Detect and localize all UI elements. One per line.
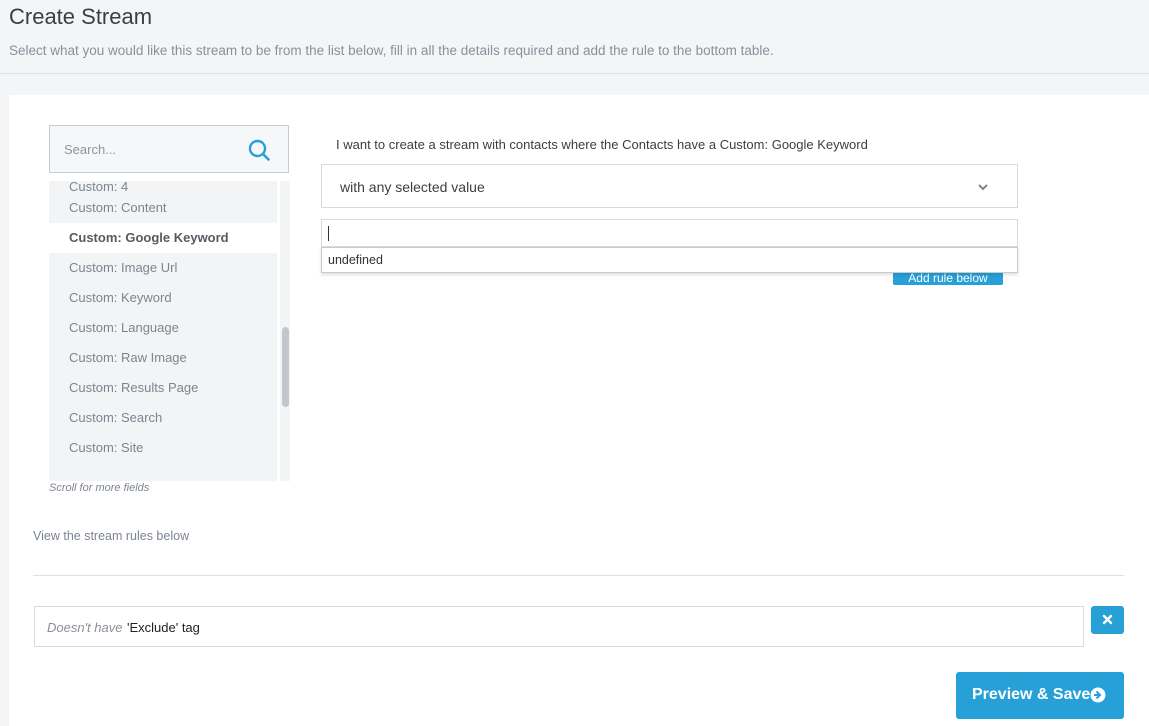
suggestion-dropdown: undefined [321, 247, 1018, 273]
field-list-scrollbar[interactable] [280, 181, 290, 481]
condition-select-value: with any selected value [340, 179, 485, 195]
field-item-custom-language[interactable]: Custom: Language [49, 313, 277, 343]
scrollbar-thumb[interactable] [282, 327, 289, 407]
preview-save-label: Preview & Save [972, 686, 1091, 703]
close-icon [1102, 614, 1113, 625]
field-item-custom-site[interactable]: Custom: Site [49, 433, 277, 463]
rule-row: Doesn't have 'Exclude' tag [34, 606, 1084, 647]
rule-qualifier: Doesn't have [47, 620, 123, 635]
field-item-custom-image-url[interactable]: Custom: Image Url [49, 253, 277, 283]
field-item-custom-search[interactable]: Custom: Search [49, 403, 277, 433]
field-item-custom-keyword[interactable]: Custom: Keyword [49, 283, 277, 313]
page-subtitle: Select what you would like this stream t… [9, 43, 774, 58]
search-input[interactable] [50, 126, 254, 172]
field-item-custom-results-page[interactable]: Custom: Results Page [49, 373, 277, 403]
rule-text: 'Exclude' tag [127, 620, 200, 635]
field-list: Custom: 4 Custom: Content Custom: Google… [49, 181, 277, 481]
field-item-custom-4[interactable]: Custom: 4 [49, 181, 277, 193]
field-item-custom-content[interactable]: Custom: Content [49, 193, 277, 223]
preview-save-button[interactable]: Preview & Save [956, 672, 1124, 719]
header-divider [0, 73, 1149, 74]
page-title: Create Stream [9, 4, 153, 29]
scroll-hint: Scroll for more fields [49, 482, 150, 494]
value-input[interactable] [321, 219, 1018, 247]
search-icon[interactable] [248, 139, 270, 161]
rules-divider [33, 575, 1124, 576]
condition-select[interactable]: with any selected value [321, 164, 1018, 208]
suggestion-item[interactable]: undefined [328, 253, 383, 267]
stream-builder-panel: Custom: 4 Custom: Content Custom: Google… [9, 95, 1149, 726]
remove-rule-button[interactable] [1091, 606, 1124, 634]
arrow-circle-right-icon [1090, 687, 1106, 703]
chevron-down-icon [978, 184, 988, 191]
rule-sentence: I want to create a stream with contacts … [336, 137, 868, 152]
field-item-custom-google-keyword[interactable]: Custom: Google Keyword [49, 223, 277, 253]
text-caret [328, 226, 329, 241]
field-item-custom-raw-image[interactable]: Custom: Raw Image [49, 343, 277, 373]
field-search [49, 125, 289, 173]
rules-caption: View the stream rules below [33, 529, 190, 543]
